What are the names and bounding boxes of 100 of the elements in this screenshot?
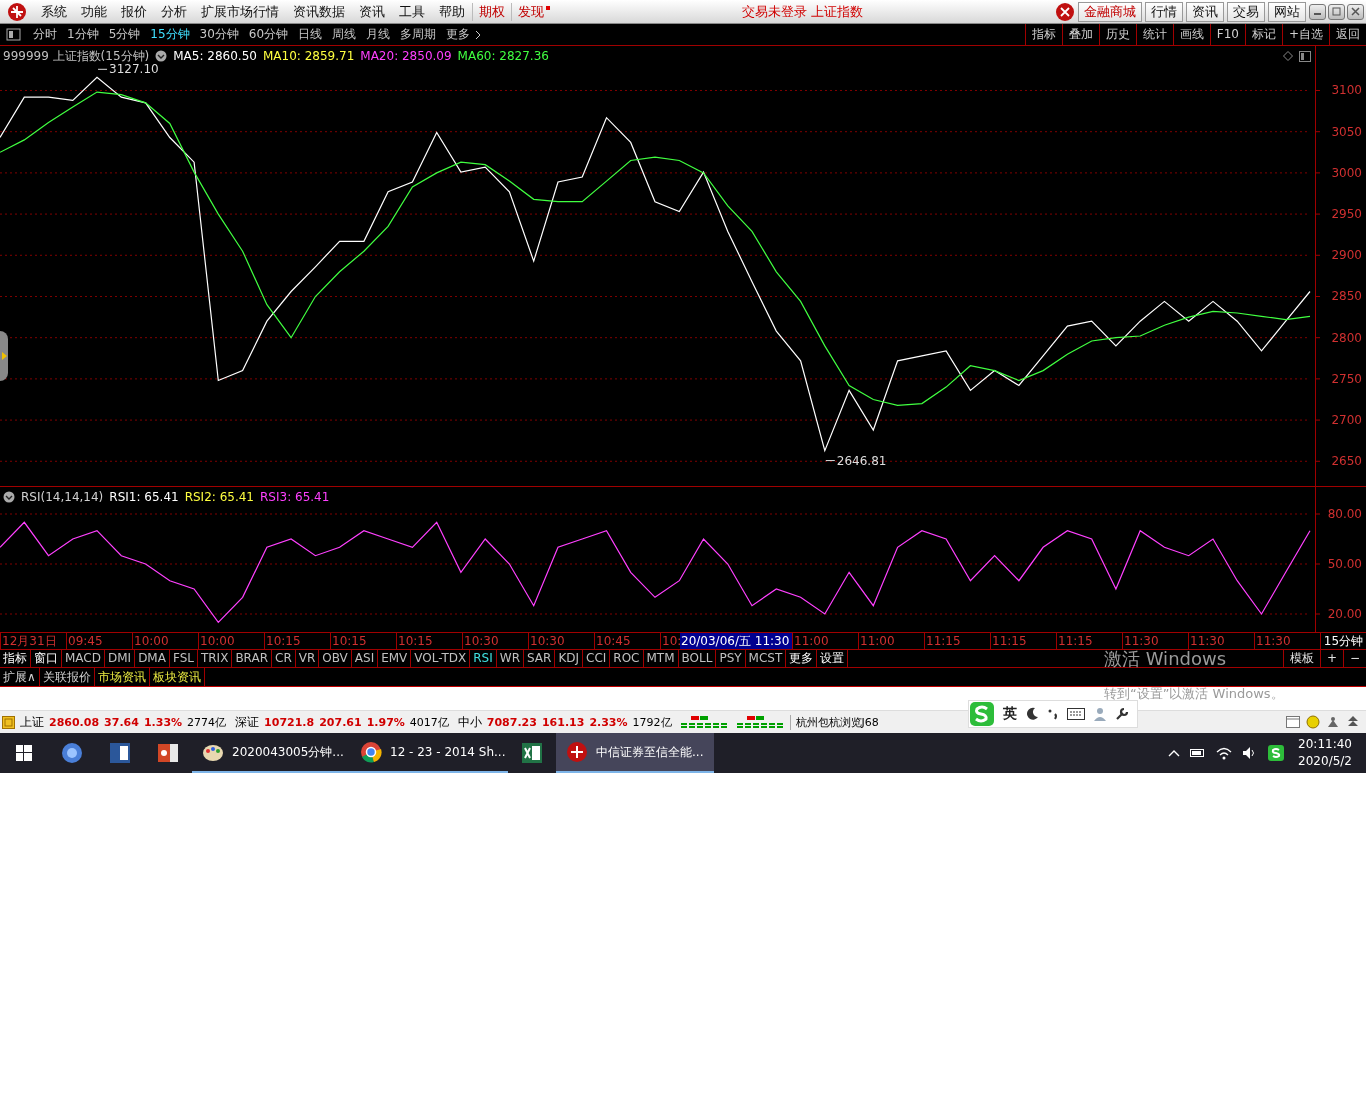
indicator-tab[interactable]: BRAR <box>232 650 272 667</box>
axis-tick-label: 3000 <box>1331 165 1362 180</box>
period-tab[interactable]: 多周期 <box>395 26 442 43</box>
period-tab[interactable]: 30分钟 <box>194 26 244 43</box>
menu-item[interactable]: 期权 <box>472 2 511 21</box>
arrows-up-icon[interactable] <box>1346 715 1360 729</box>
minimize-icon[interactable] <box>1309 3 1326 20</box>
tool-button[interactable]: F10 <box>1209 24 1245 45</box>
taskbar-app[interactable]: 2020043005分钟... <box>192 733 350 773</box>
toolbar-button[interactable]: 交易 <box>1227 1 1265 22</box>
menu-item[interactable]: 帮助 <box>432 2 472 21</box>
extension-tab[interactable]: 板块资讯 <box>149 668 205 686</box>
indicator-tab[interactable]: SAR <box>524 650 556 667</box>
window-button[interactable]: 模板 <box>1282 650 1320 667</box>
toolbar-button[interactable]: 资讯 <box>1186 1 1224 22</box>
menu-item[interactable]: 扩展市场行情 <box>194 2 286 21</box>
period-tab[interactable]: 1分钟 <box>62 26 104 43</box>
period-tab[interactable]: 分时 <box>28 26 62 43</box>
chevron-right-icon[interactable] <box>475 29 482 40</box>
tool-button[interactable]: 标记 <box>1244 24 1282 45</box>
chevron-up-icon[interactable] <box>1168 749 1181 757</box>
indicator-tab[interactable]: VOL-TDX <box>411 650 471 667</box>
keyboard-icon[interactable] <box>1067 708 1085 720</box>
indicator-tab[interactable]: VR <box>295 650 320 667</box>
input-mode-label[interactable]: 英 <box>1003 705 1017 723</box>
indicator-tab[interactable]: BOLL <box>678 650 717 667</box>
menu-item[interactable]: 系统 <box>34 2 74 21</box>
extension-tab[interactable]: 扩展∧ <box>0 668 40 686</box>
command-tab[interactable]: 窗口 <box>31 650 62 667</box>
clock-time[interactable]: 20:11:40 <box>1298 736 1352 753</box>
tool-button[interactable]: 指标 <box>1024 24 1062 45</box>
command-tab[interactable]: 设置 <box>817 650 849 667</box>
toolbar-button[interactable]: 金融商城 <box>1078 1 1142 22</box>
menu-item[interactable]: 发现 <box>511 2 550 21</box>
period-tab[interactable]: 60分钟 <box>243 26 294 43</box>
command-tab[interactable]: 更多 <box>786 650 818 667</box>
indicator-tab[interactable]: WR <box>496 650 524 667</box>
indicator-tab[interactable]: MACD <box>62 650 105 667</box>
news-ticker[interactable]: 杭州包杭浏览J68 <box>789 714 879 730</box>
dropdown-icon[interactable] <box>3 491 15 503</box>
indicator-tab[interactable]: CR <box>272 650 296 667</box>
window-button[interactable]: + <box>1319 650 1343 667</box>
period-tab[interactable]: 更多 <box>441 26 476 43</box>
taskbar-app[interactable]: 12 - 23 - 2014 Sh... <box>350 733 508 773</box>
indicator-tab[interactable]: KDJ <box>555 650 584 667</box>
indicator-tab[interactable]: ASI <box>351 650 379 667</box>
layout-icon[interactable] <box>1286 715 1300 729</box>
indicator-tab[interactable]: RSI <box>470 650 497 667</box>
indicator-tab[interactable]: ROC <box>610 650 644 667</box>
tool-button[interactable]: 画线 <box>1172 24 1210 45</box>
window-button[interactable]: − <box>1342 650 1366 667</box>
indicator-tab[interactable]: EMV <box>378 650 412 667</box>
tool-button[interactable]: 统计 <box>1135 24 1173 45</box>
menu-item[interactable]: 报价 <box>114 2 154 21</box>
indicator-tab[interactable]: TRIX <box>197 650 233 667</box>
period-tab[interactable]: 月线 <box>361 26 396 43</box>
indicator-tab[interactable]: DMI <box>105 650 136 667</box>
menu-item[interactable]: 工具 <box>392 2 432 21</box>
wifi-icon[interactable] <box>1216 746 1233 760</box>
input-method-logo-icon[interactable] <box>1268 745 1285 761</box>
indicator-tab[interactable]: DMA <box>135 650 170 667</box>
menu-item[interactable]: 分析 <box>154 2 194 21</box>
collapse-handle[interactable] <box>0 331 8 381</box>
battery-icon[interactable] <box>1190 748 1207 758</box>
maximize-icon[interactable] <box>1328 3 1345 20</box>
menu-item[interactable]: 功能 <box>74 2 114 21</box>
extension-tab[interactable]: 市场资讯 <box>94 668 150 686</box>
toolbar-button[interactable]: 网站 <box>1268 1 1306 22</box>
period-tab[interactable]: 日线 <box>293 26 328 43</box>
menu-item[interactable]: 资讯 <box>352 2 392 21</box>
period-tab[interactable]: 5分钟 <box>103 26 146 43</box>
app-icon[interactable] <box>2 715 15 729</box>
punctuation-icon[interactable] <box>1047 707 1059 721</box>
indicator-tab[interactable]: PSY <box>716 650 746 667</box>
panel-toggle-icon[interactable] <box>6 27 22 42</box>
tool-button[interactable]: 历史 <box>1098 24 1136 45</box>
tool-button[interactable]: 叠加 <box>1061 24 1099 45</box>
period-tab[interactable]: 周线 <box>327 26 362 43</box>
indicator-tab[interactable]: MCST <box>745 650 787 667</box>
wrench-icon[interactable] <box>1115 707 1129 721</box>
indicator-tab[interactable]: MTM <box>643 650 679 667</box>
indicator-tab[interactable]: OBV <box>319 650 352 667</box>
period-tab[interactable]: 15分钟 <box>145 26 195 43</box>
clock-date[interactable]: 2020/5/2 <box>1298 753 1352 770</box>
menu-item[interactable]: 资讯数据 <box>286 2 352 21</box>
input-method-logo-icon[interactable] <box>969 701 995 727</box>
indicator-tab[interactable]: CCI <box>583 650 611 667</box>
taskbar-app[interactable]: 中信证券至信全能... <box>556 733 714 773</box>
dropdown-icon[interactable] <box>155 50 168 62</box>
coin-icon[interactable] <box>1306 715 1320 729</box>
moon-icon[interactable] <box>1025 707 1039 721</box>
indicator-tab[interactable]: FSL <box>169 650 198 667</box>
close-icon[interactable] <box>1347 3 1364 20</box>
extension-tab[interactable]: 关联报价 <box>39 668 95 686</box>
command-tab[interactable]: 指标 <box>0 650 31 667</box>
tool-button[interactable]: 返回 <box>1329 24 1366 45</box>
toolbar-button[interactable]: 行情 <box>1145 1 1183 22</box>
logo-icon <box>566 741 588 763</box>
tool-button[interactable]: +自选 <box>1281 24 1329 45</box>
panel-toggle-icon[interactable] <box>1299 50 1311 62</box>
